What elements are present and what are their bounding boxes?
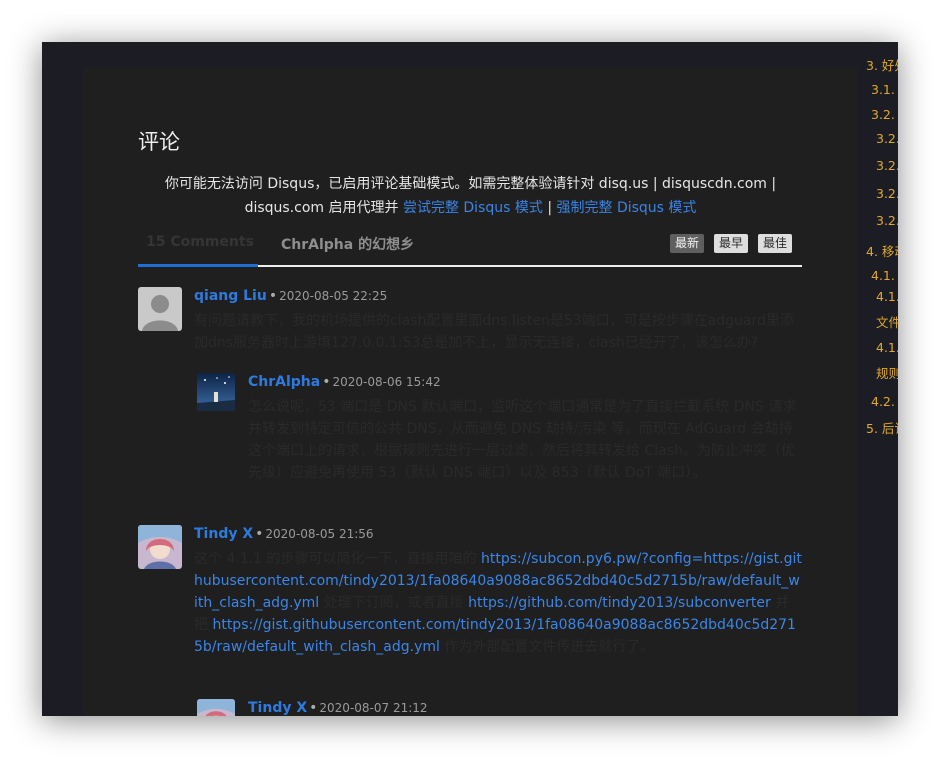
- toc-item[interactable]: 4.1. 配: [871, 265, 898, 284]
- avatar-default[interactable]: [138, 287, 182, 331]
- sort-oldest-button[interactable]: 最早: [714, 234, 749, 253]
- comment-body: 有问题请教下，我的机场提供的clash配置里面dns.listen是53端口，可…: [194, 313, 794, 351]
- tab-comment-count[interactable]: 15 Comments: [146, 234, 254, 250]
- comment-author[interactable]: ChrAlpha: [248, 374, 320, 390]
- toc-item[interactable]: 4.1.2: [876, 340, 898, 355]
- avatar-chralpha[interactable]: [197, 373, 235, 411]
- comment-text: 这个 4.1.1 的步骤可以简化一下，直接用咱的: [194, 551, 477, 567]
- comment-text: 作为外部配置文件传进去就行了。: [444, 639, 655, 655]
- toc-item[interactable]: 规则: [876, 363, 898, 382]
- comment-meta: Tindy X • 2020-08-05 21:56: [194, 526, 374, 542]
- toc-item[interactable]: 4.1.1: [876, 289, 898, 304]
- sort-best-button[interactable]: 最佳: [758, 234, 793, 253]
- comments-title: 评论: [138, 130, 180, 154]
- toc-item[interactable]: 3.2.1: [876, 131, 898, 146]
- comment-time[interactable]: 2020-08-05 22:25: [279, 289, 387, 303]
- toc-item[interactable]: 3.2.2: [876, 158, 898, 173]
- comment-text: 处理下订阅，或者直接: [323, 595, 464, 611]
- toc-item[interactable]: 3.1. 为: [871, 79, 898, 98]
- comment-body: 这个 4.1.1 的步骤可以简化一下，直接用咱的 https://subcon.…: [194, 548, 802, 658]
- toc-item[interactable]: 文件: [876, 312, 898, 331]
- tab-site-name[interactable]: ChrAlpha 的幻想乡: [281, 234, 414, 254]
- comment-meta: ChrAlpha • 2020-08-06 15:42: [248, 374, 441, 390]
- try-full-disqus-link[interactable]: 尝试完整 Disqus 模式: [403, 200, 543, 216]
- comment-meta: qiang Liu • 2020-08-05 22:25: [194, 288, 388, 304]
- comment-meta: Tindy X • 2020-08-07 21:12: [248, 700, 428, 716]
- avatar-tindy[interactable]: [138, 525, 182, 569]
- force-full-disqus-link[interactable]: 强制完整 Disqus 模式: [557, 200, 697, 216]
- comment-author[interactable]: qiang Liu: [194, 288, 267, 304]
- comment-time[interactable]: 2020-08-05 21:56: [265, 527, 373, 541]
- table-of-contents: 3. 好处 3.1. 为 3.2. D 3.2.1 3.2.2 3.2.3 3.…: [866, 42, 898, 716]
- comment-author[interactable]: Tindy X: [248, 700, 307, 716]
- comments-panel: 评论 你可能无法访问 Disqus，已启用评论基础模式。如需完整体验请针对 di…: [83, 68, 858, 716]
- toc-item[interactable]: 5. 后记: [866, 418, 898, 437]
- avatar-tindy[interactable]: [197, 699, 235, 716]
- disqus-notice: 你可能无法访问 Disqus，已启用评论基础模式。如需完整体验请针对 disq.…: [138, 172, 803, 220]
- comment-time[interactable]: 2020-08-07 21:12: [319, 701, 427, 715]
- subconverter-repo-link[interactable]: https://github.com/tindy2013/subconverte…: [468, 595, 771, 611]
- notice-separator: |: [547, 200, 553, 216]
- comment-time[interactable]: 2020-08-06 15:42: [332, 375, 440, 389]
- sort-newest-button[interactable]: 最新: [670, 234, 705, 253]
- toc-item[interactable]: 3.2.4: [876, 213, 898, 228]
- comment-author[interactable]: Tindy X: [194, 526, 253, 542]
- toc-item[interactable]: 3.2. D: [871, 107, 898, 122]
- toc-item[interactable]: 4. 移动: [866, 241, 898, 260]
- toc-item[interactable]: 3. 好处: [866, 55, 898, 74]
- toc-item[interactable]: 4.2. 客: [871, 391, 898, 410]
- toc-item[interactable]: 3.2.3: [876, 186, 898, 201]
- tab-active-indicator: [138, 264, 258, 267]
- browser-viewport: 评论 你可能无法访问 Disqus，已启用评论基础模式。如需完整体验请针对 di…: [42, 42, 898, 716]
- comment-body: 怎么说呢，53 端口是 DNS 默认端口，监听这个端口通常是为了直接拦截系统 D…: [248, 399, 797, 481]
